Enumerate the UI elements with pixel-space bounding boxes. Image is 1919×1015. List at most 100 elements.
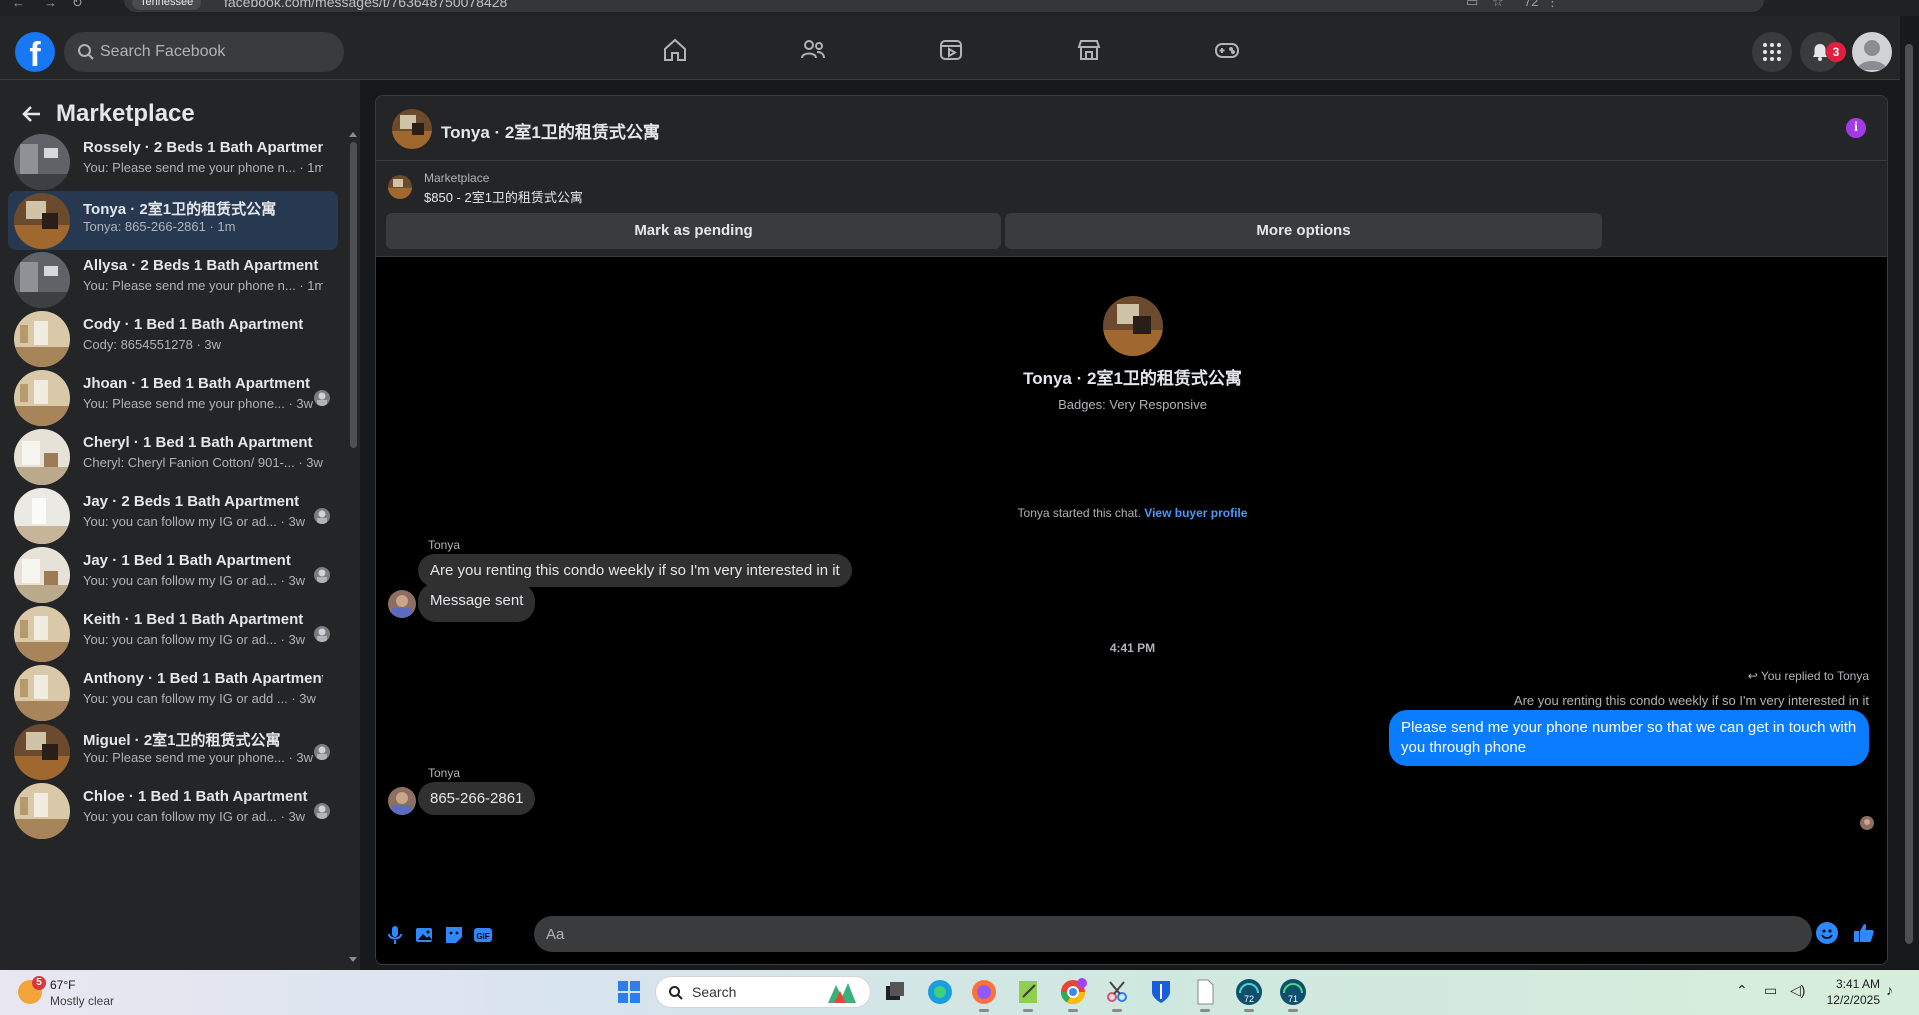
gif-icon[interactable]: GIF — [472, 924, 494, 946]
cast-icon[interactable]: ▭ — [1466, 0, 1478, 10]
location-chip[interactable]: Tennessee — [132, 0, 202, 10]
view-buyer-profile-link[interactable]: View buyer profile — [1144, 506, 1247, 520]
marketplace-icon[interactable] — [1075, 36, 1107, 68]
edge-browser-icon[interactable] — [925, 977, 955, 1007]
start-button[interactable] — [614, 977, 644, 1007]
thumbs-up-icon[interactable] — [1852, 921, 1876, 945]
conversation-name: Rossely · 2 Beds 1 Bath Apartment — [83, 139, 323, 156]
reply-arrow-icon: ↩ — [1747, 669, 1761, 683]
clock-time: 3:41 AM — [1835, 977, 1880, 991]
conversation-preview: You: Please send me your phone n... · 1m — [83, 160, 323, 175]
chrome-browser-icon[interactable] — [1058, 977, 1088, 1012]
back-arrow-icon[interactable] — [20, 102, 44, 126]
conversation-preview: You: you can follow my IG or ad... · 3w — [83, 809, 306, 824]
conversation-item[interactable]: Rossely · 2 Beds 1 Bath Apartment You: Pl… — [8, 132, 338, 191]
scrollbar-thumb[interactable] — [350, 142, 357, 448]
friends-icon[interactable] — [799, 36, 831, 68]
address-bar[interactable]: Tennessee facebook.com/messages/t/763648… — [124, 0, 1764, 12]
conversation-thumbnail — [14, 370, 70, 426]
chat-title[interactable]: Tonya · 2室1卫的租赁式公寓 — [441, 118, 660, 143]
emoji-icon[interactable] — [1816, 922, 1838, 944]
outgoing-message-bubble[interactable]: Please send me your phone number so that… — [1389, 710, 1869, 766]
page-scrollbar[interactable] — [1900, 16, 1919, 970]
conversation-preview: You: Please send me your phone... · 3w — [83, 396, 314, 411]
message-composer: GIF — [376, 906, 1887, 964]
tray-overflow-chevron-icon[interactable]: ⌃ — [1736, 982, 1748, 999]
task-view-icon[interactable] — [880, 977, 910, 1007]
running-indicator — [1288, 1009, 1298, 1012]
sender-avatar[interactable] — [388, 590, 416, 618]
mark-as-pending-button[interactable]: Mark as pending — [386, 213, 1001, 249]
snipping-tool-icon[interactable] — [1102, 977, 1132, 1012]
conversation-item[interactable]: Jay · 1 Bed 1 Bath Apartment You: you can… — [8, 545, 338, 604]
volume-icon[interactable]: ◁) — [1790, 982, 1805, 999]
browser-menu-icon[interactable]: ⋮ — [1546, 0, 1559, 10]
conversation-item[interactable]: Keith · 1 Bed 1 Bath Apartment You: you c… — [8, 604, 338, 663]
conversation-preview: You: Please send me your phone... · 3w — [83, 750, 314, 765]
system-clock[interactable]: 3:41 AM 12/2/2025 — [1820, 976, 1880, 1008]
scroll-up-arrow-icon[interactable] — [348, 130, 358, 138]
listing-title[interactable]: $850 - 2室1卫的租赁式公寓 — [424, 187, 583, 206]
quoted-message[interactable]: Are you renting this condo weekly if so … — [1514, 693, 1869, 708]
sender-avatar[interactable] — [388, 787, 416, 815]
conversation-thumbnail — [14, 134, 70, 190]
sidebar-scrollbar[interactable] — [348, 130, 358, 964]
conversation-item[interactable]: Tonya · 2室1卫的租赁式公寓 Tonya: 865-266-2861 · … — [8, 191, 338, 250]
incoming-message-bubble[interactable]: 865-266-2861 — [418, 782, 536, 815]
bitwarden-icon[interactable] — [1146, 977, 1176, 1007]
notepad-plus-icon[interactable] — [1013, 977, 1043, 1012]
conversation-item[interactable]: Cheryl · 1 Bed 1 Bath Apartment Cheryl: C… — [8, 427, 338, 486]
conversation-thumbnail — [14, 783, 70, 839]
chat-avatar[interactable] — [392, 109, 432, 149]
search-input[interactable] — [100, 32, 330, 72]
scroll-down-arrow-icon[interactable] — [348, 956, 358, 964]
chat-started-text: Tonya started this chat. — [1017, 506, 1141, 520]
weather-widget[interactable]: 5 67°F Mostly clear — [14, 976, 134, 1010]
firefox-icon[interactable] — [969, 977, 999, 1012]
more-options-button[interactable]: More options — [1005, 213, 1602, 249]
conversation-item[interactable]: Anthony · 1 Bed 1 Bath Apartment You: you… — [8, 663, 338, 722]
conversation-item[interactable]: Cody · 1 Bed 1 Bath Apartment Cody: 86545… — [8, 309, 338, 368]
account-avatar[interactable] — [1852, 32, 1892, 72]
speedometer-app-icon-2[interactable]: 71 — [1278, 977, 1308, 1012]
file-icon[interactable] — [1190, 977, 1220, 1012]
back-arrow-icon[interactable]: ← — [12, 0, 25, 10]
taskbar-search[interactable]: Search — [655, 976, 871, 1008]
facebook-logo[interactable]: f — [15, 32, 55, 72]
notification-bell-icon[interactable]: ♪ — [1886, 982, 1893, 998]
bookmark-star-icon[interactable]: ☆ — [1492, 0, 1504, 10]
microphone-icon[interactable] — [384, 924, 406, 946]
conversation-item[interactable]: Chloe · 1 Bed 1 Bath Apartment You: you c… — [8, 781, 338, 840]
speedometer-app-icon[interactable]: 72 — [1234, 977, 1264, 1012]
sidebar-header: Marketplace — [20, 94, 195, 134]
conversation-item[interactable]: Allysa · 2 Beds 1 Bath Apartment You: Ple… — [8, 250, 338, 309]
zoom-indicator[interactable]: 72 — [1524, 0, 1538, 9]
sticker-icon[interactable] — [443, 924, 465, 946]
conversation-item[interactable]: Jhoan · 1 Bed 1 Bath Apartment You: Pleas… — [8, 368, 338, 427]
message-sender-name: Tonya — [428, 766, 461, 780]
reload-icon[interactable]: ↻ — [72, 0, 83, 11]
conversation-item[interactable]: Miguel · 2室1卫的租赁式公寓 You: Please send me y… — [8, 722, 338, 781]
page-scrollbar-thumb[interactable] — [1905, 44, 1913, 944]
listing-thumbnail[interactable] — [388, 175, 412, 199]
search-highlight-icon — [828, 983, 856, 1003]
photo-icon[interactable] — [414, 924, 436, 946]
video-icon[interactable] — [937, 36, 969, 68]
info-icon[interactable]: i — [1846, 118, 1866, 138]
message-input-box[interactable] — [534, 916, 1812, 952]
url-text[interactable]: facebook.com/messages/t/763648750078428 — [224, 0, 507, 10]
gaming-icon[interactable] — [1213, 36, 1245, 68]
conversation-thumbnail — [14, 429, 70, 485]
conversation-thumbnail — [14, 311, 70, 367]
search-box[interactable] — [64, 32, 344, 72]
home-icon[interactable] — [661, 36, 693, 68]
conversation-thumbnail — [14, 547, 70, 603]
conversation-name: Allysa · 2 Beds 1 Bath Apartment — [83, 257, 319, 274]
forward-arrow-icon[interactable]: → — [44, 0, 57, 10]
buyer-profile-avatar[interactable] — [1102, 296, 1163, 356]
menu-grid-button[interactable] — [1752, 32, 1792, 72]
incoming-message-bubble[interactable]: Message sent — [418, 583, 536, 622]
conversation-item[interactable]: Jay · 2 Beds 1 Bath Apartment You: you ca… — [8, 486, 338, 545]
network-icon[interactable]: ▭ — [1764, 982, 1777, 999]
message-input[interactable] — [546, 916, 1746, 952]
